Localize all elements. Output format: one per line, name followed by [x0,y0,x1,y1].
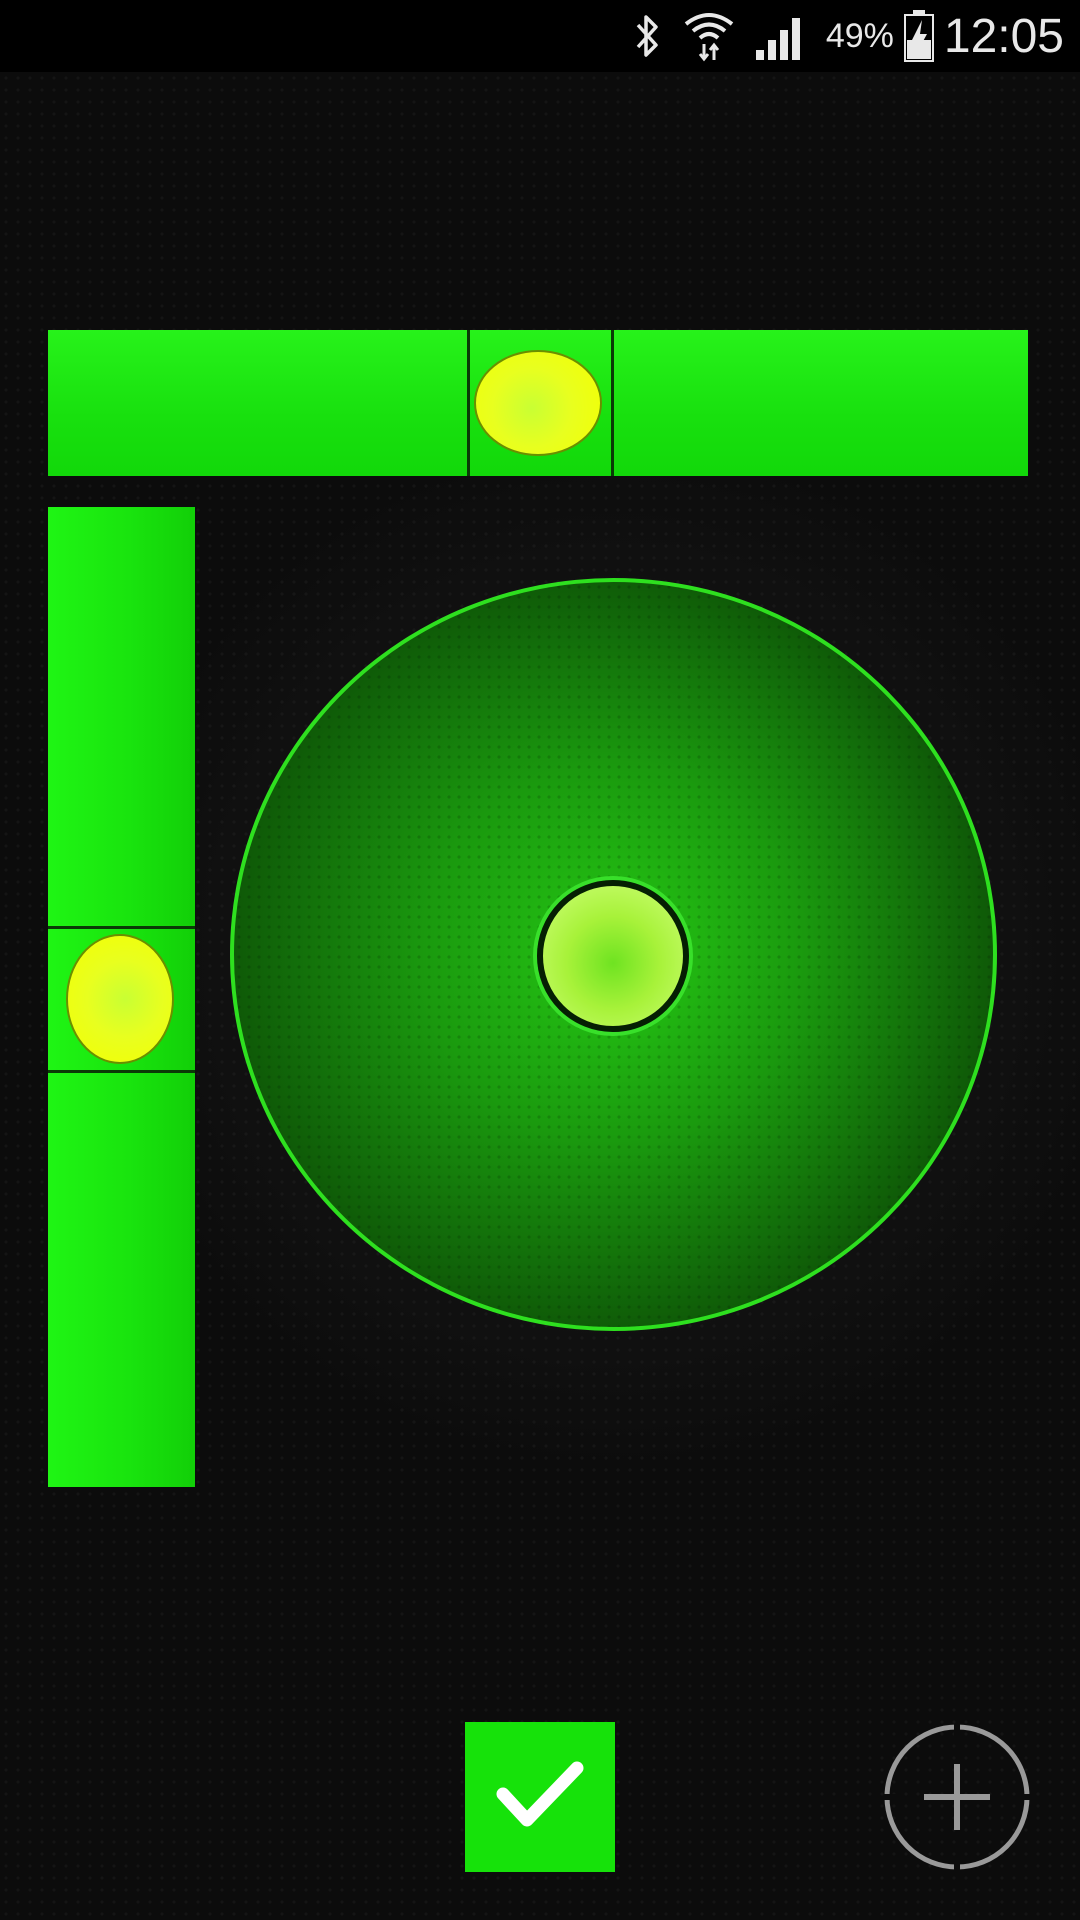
vertical-bubble [66,934,174,1064]
crosshair-plus-icon [882,1724,1032,1876]
bullseye-bubble [537,880,689,1032]
wifi-icon [682,10,736,62]
check-icon [495,1760,585,1835]
horizontal-level-vial [48,330,1028,476]
confirm-button[interactable] [465,1722,615,1872]
bluetooth-icon [630,13,664,59]
battery-percent: 49% [825,16,894,55]
bubble-level-screen: 49% 12:05 [0,0,1080,1920]
clock: 12:05 [943,9,1064,63]
horizontal-bubble [474,350,602,456]
calibrate-button[interactable] [882,1722,1032,1872]
horizontal-marker-right [611,330,614,476]
vertical-marker-bottom [48,1070,195,1073]
vertical-marker-top [48,926,195,929]
battery-charging-icon [903,10,934,62]
signal-icon [754,12,808,60]
horizontal-marker-left [467,330,470,476]
status-bar: 49% 12:05 [0,0,1080,72]
vertical-level-vial [48,507,195,1487]
